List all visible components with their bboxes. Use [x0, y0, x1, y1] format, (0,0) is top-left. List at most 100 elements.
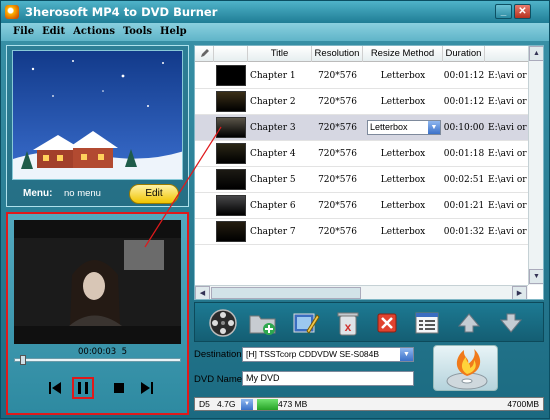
burn-button[interactable] [433, 345, 498, 391]
cell-resize-method: Letterbox [380, 149, 426, 159]
column-resize-method[interactable]: Resize Method [363, 46, 443, 62]
menu-value: no menu [64, 188, 101, 199]
delete-button[interactable]: x [332, 307, 364, 339]
column-title[interactable]: Title [248, 46, 312, 62]
disc-size-dropdown[interactable]: ▼ [241, 399, 253, 410]
vertical-scrollbar[interactable]: ▲ ▼ [528, 46, 543, 285]
menu-actions[interactable]: Actions [69, 23, 119, 37]
thumbnail-column-header [214, 46, 248, 62]
edit-menu-button[interactable]: Edit [129, 184, 179, 204]
destination-label: Destination: [194, 349, 245, 360]
column-duration[interactable]: Duration [443, 46, 485, 62]
cell-duration: 00:10:00 [443, 123, 485, 133]
dvd-name-field[interactable]: My DVD [242, 371, 414, 386]
cell-title: Chapter 2 [250, 97, 296, 107]
scroll-right-arrow[interactable]: ▶ [512, 286, 527, 299]
chevron-down-icon[interactable]: ▼ [400, 348, 413, 361]
file-list: Title Resolution Resize Method Duration … [194, 45, 544, 300]
horizontal-scrollbar[interactable]: ◀ ▶ [195, 285, 528, 299]
previous-button[interactable] [44, 377, 66, 399]
table-row[interactable]: Chapter 3 720*576 Letterbox ▼ 00:10:00 E:\avi… [195, 115, 543, 141]
clear-all-button[interactable] [371, 307, 403, 339]
chevron-down-icon[interactable]: ▼ [428, 121, 440, 134]
cell-resolution: 720*576 [318, 227, 357, 237]
properties-button[interactable] [411, 307, 443, 339]
move-up-button[interactable] [453, 307, 485, 339]
table-row[interactable]: Chapter 4 720*576 Letterbox 00:01:18 E:\avi … [195, 141, 543, 167]
table-row[interactable]: Chapter 6 720*576 Letterbox 00:01:21 E:\avi … [195, 193, 543, 219]
edit-video-button[interactable] [289, 307, 321, 339]
table-row[interactable]: Chapter 7 720*576 Letterbox 00:01:32 E:\avi … [195, 219, 543, 245]
cell-title: Chapter 4 [250, 149, 296, 159]
seek-handle[interactable] [20, 355, 26, 365]
menu-bar: File Edit Actions Tools Help [1, 23, 549, 41]
add-video-button[interactable] [207, 307, 239, 339]
app-window: 3herosoft MP4 to DVD Burner _ ✕ File Edit… [0, 0, 550, 419]
add-folder-button[interactable] [247, 307, 279, 339]
video-player-panel: 00:00:03 5 [6, 212, 189, 415]
horizontal-scroll-thumb[interactable] [211, 287, 361, 299]
destination-select[interactable]: [H] TSSTcorp CDDVDW SE-S084B ▼ [242, 347, 414, 362]
cell-resize-method: Letterbox [380, 71, 426, 81]
cell-path: E:\avi or mpeg [488, 227, 533, 237]
cell-duration: 00:02:51 [443, 175, 485, 185]
menu-help[interactable]: Help [156, 23, 191, 37]
column-path [485, 46, 529, 62]
video-edit-icon [293, 313, 320, 334]
arrow-down-icon [499, 313, 523, 333]
cell-resolution: 720*576 [318, 97, 357, 107]
menu-preview-panel: Menu: no menu Edit [6, 45, 189, 207]
table-row[interactable]: Chapter 5 720*576 Letterbox 00:02:51 E:\avi … [195, 167, 543, 193]
cell-duration: 00:01:12 [443, 71, 485, 81]
menu-file[interactable]: File [9, 23, 38, 37]
cell-resolution: 720*576 [318, 71, 357, 81]
arrow-up-icon [457, 313, 481, 333]
cell-path: E:\avi or mpeg [488, 71, 533, 81]
resize-method-select[interactable]: Letterbox ▼ [367, 120, 441, 135]
table-row[interactable]: Chapter 2 720*576 Letterbox 00:01:12 E:\avi … [195, 89, 543, 115]
move-down-button[interactable] [495, 307, 527, 339]
stop-icon [114, 383, 124, 393]
video-thumbnail [216, 221, 246, 242]
menu-edit[interactable]: Edit [38, 23, 69, 37]
film-reel-icon [209, 309, 237, 337]
stop-button[interactable] [108, 377, 130, 399]
minimize-button[interactable]: _ [495, 4, 512, 19]
close-button[interactable]: ✕ [514, 4, 531, 19]
destination-value: [H] TSSTcorp CDDVDW SE-S084B [246, 349, 380, 359]
cell-resize-method: Letterbox [380, 201, 426, 211]
cell-duration: 00:01:18 [443, 149, 485, 159]
cell-title: Chapter 5 [250, 175, 296, 185]
scroll-up-arrow[interactable]: ▲ [529, 46, 543, 61]
cell-title: Chapter 3 [250, 123, 296, 133]
app-icon [5, 5, 19, 19]
cell-duration: 00:01:21 [443, 201, 485, 211]
menu-tools[interactable]: Tools [119, 23, 156, 37]
list-header: Title Resolution Resize Method Duration [195, 46, 543, 62]
disc-type: D5 [199, 399, 210, 409]
cell-title: Chapter 6 [250, 201, 296, 211]
cell-path: E:\avi or mpeg [488, 97, 533, 107]
cell-resize-method: Letterbox [380, 227, 426, 237]
cell-resolution: 720*576 [318, 149, 357, 159]
pause-button[interactable] [72, 377, 94, 399]
playback-time: 00:00:03 5 [78, 347, 128, 357]
max-size: 4700MB [507, 399, 539, 409]
table-row[interactable]: Chapter 1 720*576 Letterbox 00:01:12 E:\avi … [195, 63, 543, 89]
next-button[interactable] [136, 377, 158, 399]
seek-bar[interactable] [14, 355, 181, 365]
column-resolution[interactable]: Resolution [312, 46, 363, 62]
disc-size: 4.7G [217, 399, 236, 409]
cell-title: Chapter 7 [250, 227, 296, 237]
video-thumbnail [216, 117, 246, 138]
window-title: 3herosoft MP4 to DVD Burner [25, 5, 218, 19]
skip-back-icon [49, 382, 61, 394]
trash-icon: x [337, 312, 359, 336]
video-thumbnail [216, 91, 246, 112]
cell-resolution: 720*576 [318, 123, 357, 133]
cell-duration: 00:01:32 [443, 227, 485, 237]
scroll-down-arrow[interactable]: ▼ [529, 269, 543, 284]
cell-path: E:\avi or mpeg [488, 201, 533, 211]
scroll-left-arrow[interactable]: ◀ [195, 286, 210, 299]
resize-method-value: Letterbox [370, 122, 408, 132]
